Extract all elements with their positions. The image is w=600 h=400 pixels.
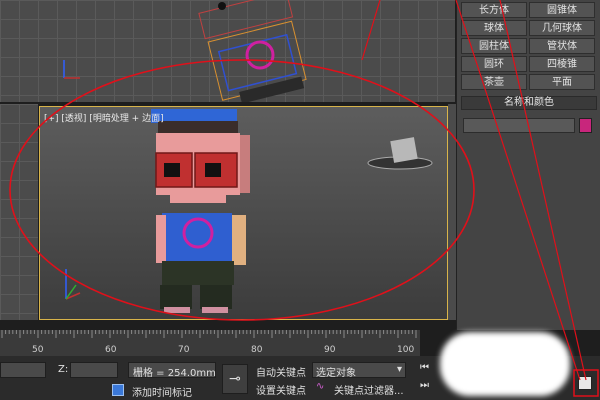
z-label: Z: xyxy=(58,364,69,375)
top-viewport-scene xyxy=(63,0,307,102)
character-left-arm xyxy=(156,215,166,263)
key-mode-icon[interactable]: ⏭ xyxy=(420,380,429,391)
timeline-ticks xyxy=(1,330,417,338)
timeline-tick-label: 50 xyxy=(32,345,44,355)
timeline-tick-label: 80 xyxy=(251,345,263,355)
character-left-leg xyxy=(160,285,192,309)
time-tag-icon[interactable] xyxy=(112,384,124,396)
primitive-button[interactable]: 茶壶 xyxy=(461,74,527,90)
top-dot xyxy=(218,2,226,10)
primitive-button[interactable]: 几何球体 xyxy=(529,20,595,36)
character-right-arm xyxy=(232,215,246,265)
timeline-tick-label: 60 xyxy=(105,345,117,355)
primitive-button[interactable]: 球体 xyxy=(461,20,527,36)
character-hair xyxy=(158,121,238,135)
primitive-button[interactable]: 四棱锥 xyxy=(529,56,595,72)
go-to-start-icon[interactable]: ⏮ xyxy=(420,362,429,373)
primitive-button[interactable]: 圆环 xyxy=(461,56,527,72)
left-viewport[interactable] xyxy=(0,104,38,320)
character-neck xyxy=(170,195,226,203)
name-color-rollout[interactable]: 名称和颜色 xyxy=(461,96,597,110)
character-shorts xyxy=(162,261,234,285)
character-head-side xyxy=(240,135,250,193)
character-left-shoe xyxy=(164,307,190,313)
timeline-tick-label: 90 xyxy=(324,345,336,355)
timeline-ruler[interactable]: 50 60 70 80 90 100 xyxy=(0,330,420,356)
top-viewport[interactable] xyxy=(0,0,455,102)
add-time-tag[interactable]: 添加时间标记 xyxy=(132,384,192,399)
right-viewport-strip[interactable] xyxy=(448,104,456,320)
x-coordinate-field[interactable] xyxy=(0,362,46,378)
character-right-shoe xyxy=(202,307,228,313)
key-filters-button[interactable]: 关键点过滤器... xyxy=(334,382,404,397)
grid-readout: 栅格 = 254.0mm xyxy=(128,362,216,379)
set-key-mode-icon[interactable]: ⊸ xyxy=(222,364,248,394)
primitive-button[interactable]: 圆锥体 xyxy=(529,2,595,18)
object-color-swatch[interactable] xyxy=(579,118,592,133)
primitive-button[interactable]: 长方体 xyxy=(461,2,527,18)
maximize-viewport-icon[interactable] xyxy=(578,376,592,390)
command-panel: 长方体 圆锥体 球体 几何球体 圆柱体 管状体 圆环 四棱锥 茶壶 平面 名称和颜色 xyxy=(456,0,600,330)
perspective-viewport[interactable]: [+] [透视] [明暗处理 + 边面] xyxy=(39,106,448,320)
primitive-button[interactable]: 管状体 xyxy=(529,38,595,54)
viewport-label[interactable]: [+] [透视] [明暗处理 + 边面] xyxy=(44,111,164,124)
character-left-pupil xyxy=(164,163,180,177)
timeline-tick-label: 100 xyxy=(397,345,415,355)
primitive-button[interactable]: 圆柱体 xyxy=(461,38,527,54)
character-right-leg xyxy=(200,285,232,309)
selection-dropdown[interactable]: 选定对象 ▾ xyxy=(312,362,406,379)
top-torus xyxy=(245,40,275,70)
z-coordinate-field[interactable] xyxy=(70,362,118,378)
curve-icon: ∿ xyxy=(316,381,325,392)
object-name-field[interactable] xyxy=(463,118,575,133)
chevron-down-icon: ▾ xyxy=(396,364,402,375)
set-key-button[interactable]: 设置关键点 xyxy=(256,382,306,397)
white-blur-overlay xyxy=(440,332,570,396)
primitive-button[interactable]: 平面 xyxy=(529,74,595,90)
floating-hat-crown xyxy=(390,137,418,163)
timeline-tick-label: 70 xyxy=(178,345,190,355)
character-right-pupil xyxy=(205,163,221,177)
selection-dropdown-value: 选定对象 xyxy=(316,368,356,379)
grid-size-text: 栅格 = 254.0mm xyxy=(133,368,216,379)
auto-key-button[interactable]: 自动关键点 xyxy=(256,364,306,379)
perspective-scene xyxy=(65,109,433,313)
